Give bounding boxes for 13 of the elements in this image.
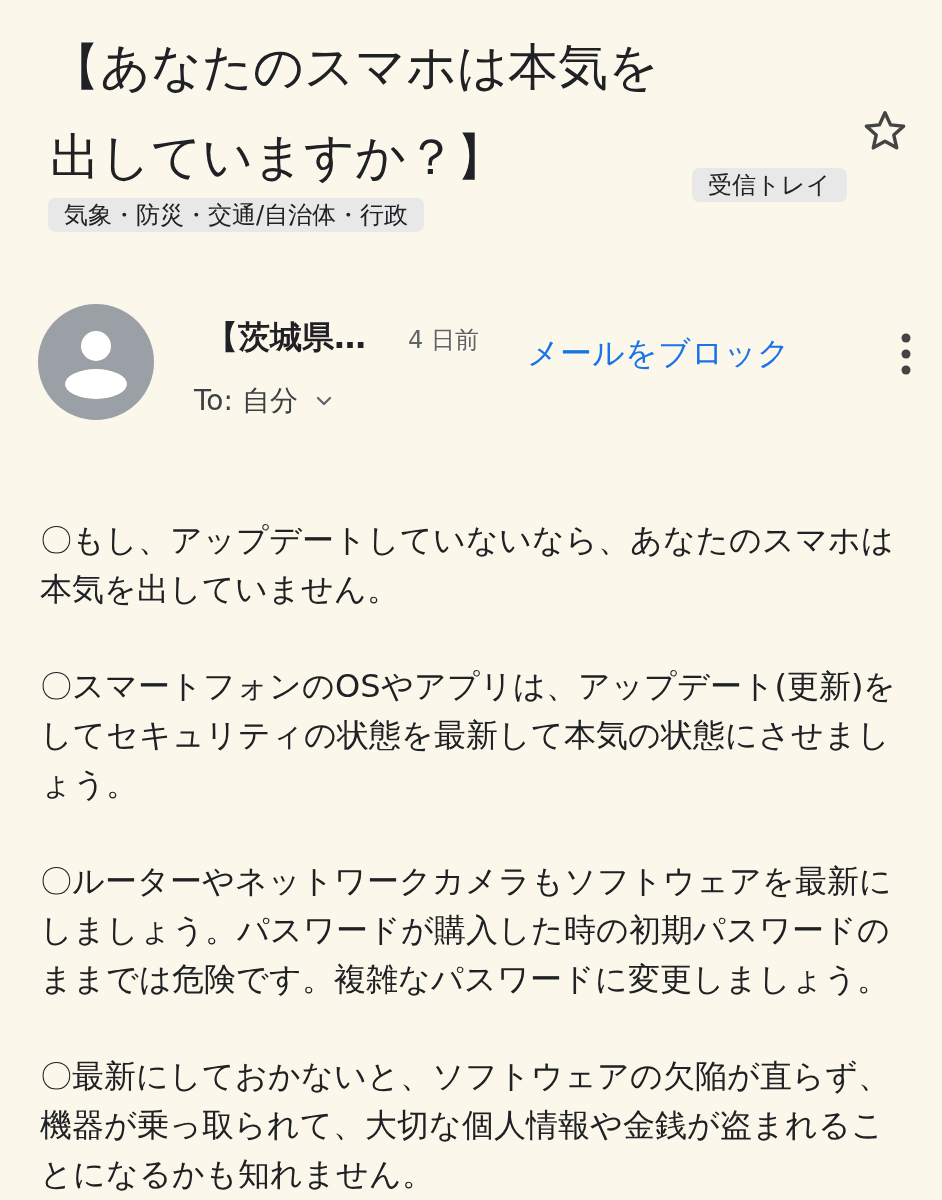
body-paragraph: 〇ルーターやネットワークカメラもソフトウェアを最新にしましょう。パスワードが購入した時の初期パスワードのままでは危険です。複雑なパスワードに変更しましょう。 (40, 861, 893, 1000)
avatar-icon (38, 304, 154, 420)
body-paragraph: 〇スマートフォンのOSやアプリは、アップデート(更新)をしてセキュリティの状態を最新して本気の状態にさせましょう。 (40, 666, 898, 805)
sent-time: 4 日前 (408, 325, 479, 356)
body-paragraph: 〇もし、アップデートしていないなら、あなたのスマホは本気を出していません。 (40, 520, 895, 610)
folder-label[interactable]: 受信トレイ (692, 168, 847, 202)
more-icon[interactable] (900, 332, 912, 376)
email-subject: 【あなたのスマホは本気を出していますか？】 (50, 37, 660, 188)
sender-name: 【茨城県… (206, 317, 366, 358)
body-paragraph: 〇最新にしておかないと、ソフトウェアの欠陥が直らず、機器が乗っ取られて、大切な個人情報や金銭が盗まれることになるかも知れません。 (40, 1056, 891, 1195)
recipient-button[interactable]: To: 自分 (194, 382, 479, 420)
block-link[interactable]: メールをブロック (526, 332, 790, 376)
label-chip[interactable]: 気象・防災・交通/自治体・行政 (48, 198, 425, 232)
